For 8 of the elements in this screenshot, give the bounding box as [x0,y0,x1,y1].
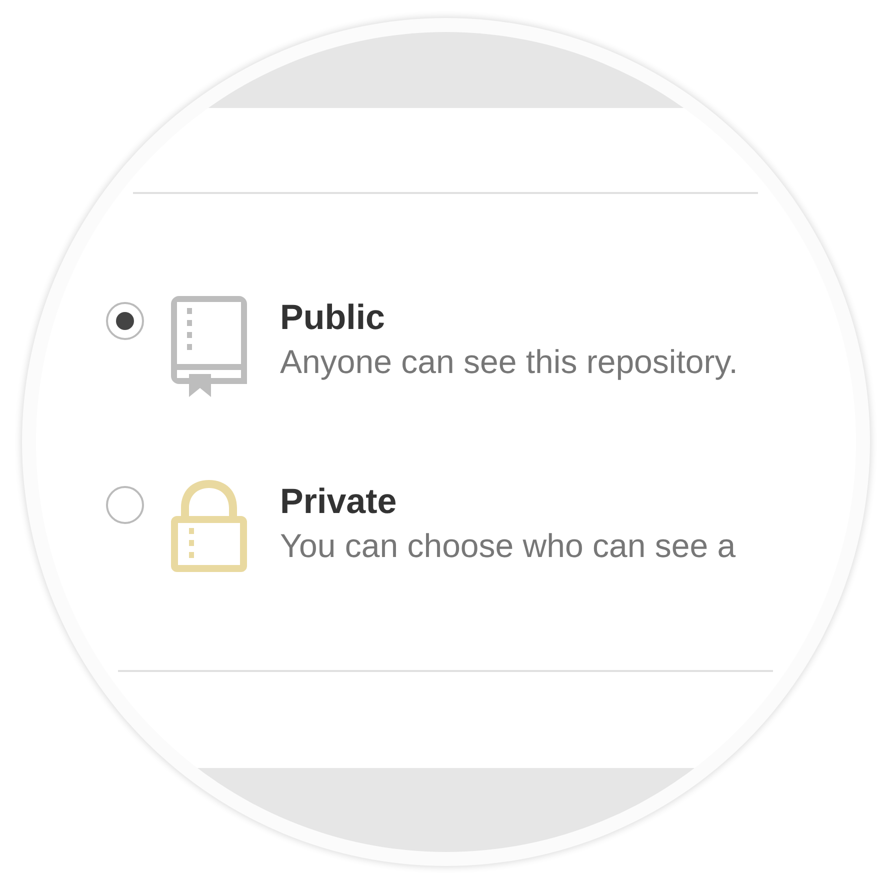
radio-button[interactable] [106,302,144,340]
book-icon [171,296,247,397]
lock-icon [171,480,247,572]
option-title: Private [280,481,398,523]
radio-button[interactable] [106,486,144,524]
option-title: Public [280,297,386,339]
option-description: Anyone can see this repository. [280,342,738,382]
option-description: You can choose who can see a [280,526,736,566]
